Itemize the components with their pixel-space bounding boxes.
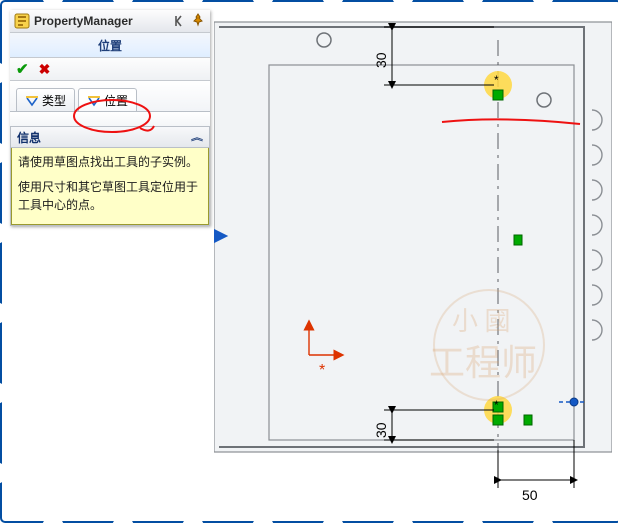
info-section-header[interactable]: 信息 ︽ (11, 127, 209, 148)
sketch-canvas[interactable]: * * * (214, 10, 612, 513)
ok-button[interactable]: ✔ (16, 60, 29, 78)
pm-subtitle: 位置 (10, 33, 210, 58)
svg-text:30: 30 (373, 422, 389, 438)
pin-icon[interactable] (190, 13, 206, 29)
info-section-title: 信息 (17, 129, 41, 146)
svg-text:50: 50 (522, 487, 538, 503)
tab-position-icon (87, 94, 101, 108)
relation-icon[interactable] (524, 415, 532, 425)
prev-icon[interactable] (170, 13, 186, 29)
svg-text:*: * (319, 362, 325, 379)
tab-position-label: 位置 (104, 92, 128, 109)
info-line-2: 使用尺寸和其它草图工具定位用于工具中心的点。 (18, 179, 202, 214)
pm-titlebar: PropertyManager (10, 10, 210, 33)
info-section-body: 请使用草图点找出工具的子实例。 使用尺寸和其它草图工具定位用于工具中心的点。 (11, 148, 209, 225)
property-manager-panel: PropertyManager 位置 ✔ ✖ 类型 (10, 10, 210, 226)
info-line-1: 请使用草图点找出工具的子实例。 (18, 154, 202, 171)
collapse-icon: ︽ (191, 131, 203, 143)
tab-type-icon (25, 94, 39, 108)
cancel-button[interactable]: ✖ (39, 61, 51, 78)
info-section: 信息 ︽ 请使用草图点找出工具的子实例。 使用尺寸和其它草图工具定位用于工具中心… (10, 126, 210, 226)
pm-title: PropertyManager (34, 14, 166, 28)
pm-confirm-row: ✔ ✖ (10, 58, 210, 81)
relation-icon[interactable] (514, 235, 522, 245)
pm-tabstrip: 类型 位置 (10, 81, 210, 112)
pm-feature-icon (14, 13, 30, 29)
svg-text:*: * (494, 73, 499, 87)
tab-type[interactable]: 类型 (16, 88, 75, 111)
svg-text:工程师: 工程师 (429, 343, 537, 383)
svg-text:30: 30 (373, 52, 389, 68)
tab-type-label: 类型 (42, 92, 66, 109)
tab-position[interactable]: 位置 (78, 88, 137, 111)
svg-text:小 國: 小 國 (452, 307, 511, 336)
